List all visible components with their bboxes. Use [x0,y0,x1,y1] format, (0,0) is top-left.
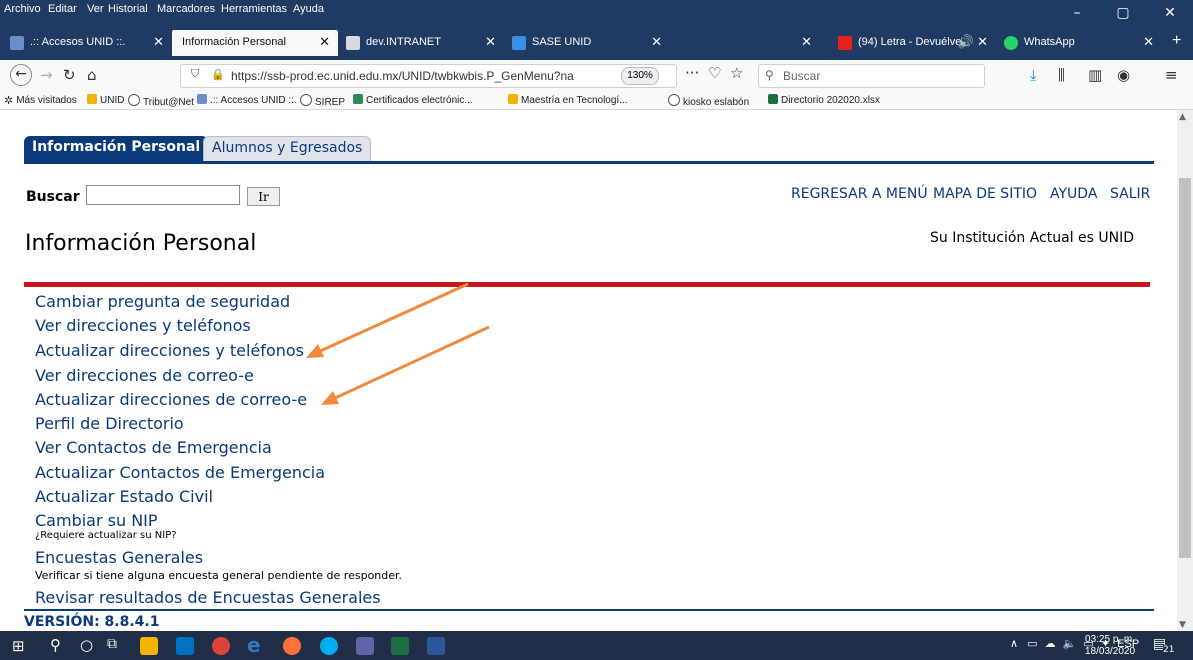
task-view-icon[interactable]: ⧉ [107,636,117,652]
version-text: VERSIÓN: 8.8.4.1 [24,614,160,630]
tray-chevron-icon[interactable]: ∧ [1010,638,1018,650]
chrome-icon[interactable] [212,637,230,655]
word-icon[interactable] [427,637,445,655]
teams-icon[interactable] [356,637,374,655]
notification-count: 21 [1163,645,1175,655]
clock-date: 18/03/2020 [1085,646,1136,657]
outlook-icon[interactable] [176,637,194,655]
skype-icon[interactable] [320,637,338,655]
annotation-arrows [306,282,490,405]
taskbar-clock[interactable]: 03:25 p. m. 18/03/2020 [1085,634,1135,658]
footer-divider [24,609,1154,611]
excel-taskbar-icon[interactable] [391,637,409,655]
windows-start-icon[interactable]: ⊞ [12,637,25,655]
clock-time: 03:25 p. m. [1085,634,1136,645]
volume-icon[interactable]: 🔈 [1063,638,1077,650]
onedrive-icon[interactable]: ☁ [1045,638,1056,650]
file-explorer-icon[interactable] [140,637,158,655]
cortana-icon[interactable]: ○ [80,636,93,654]
internet-explorer-icon[interactable]: e [247,635,265,655]
tray-network-icon[interactable]: ▭ [1027,638,1037,650]
taskbar-search-icon[interactable]: ⚲ [50,636,61,654]
firefox-icon[interactable] [283,637,301,655]
